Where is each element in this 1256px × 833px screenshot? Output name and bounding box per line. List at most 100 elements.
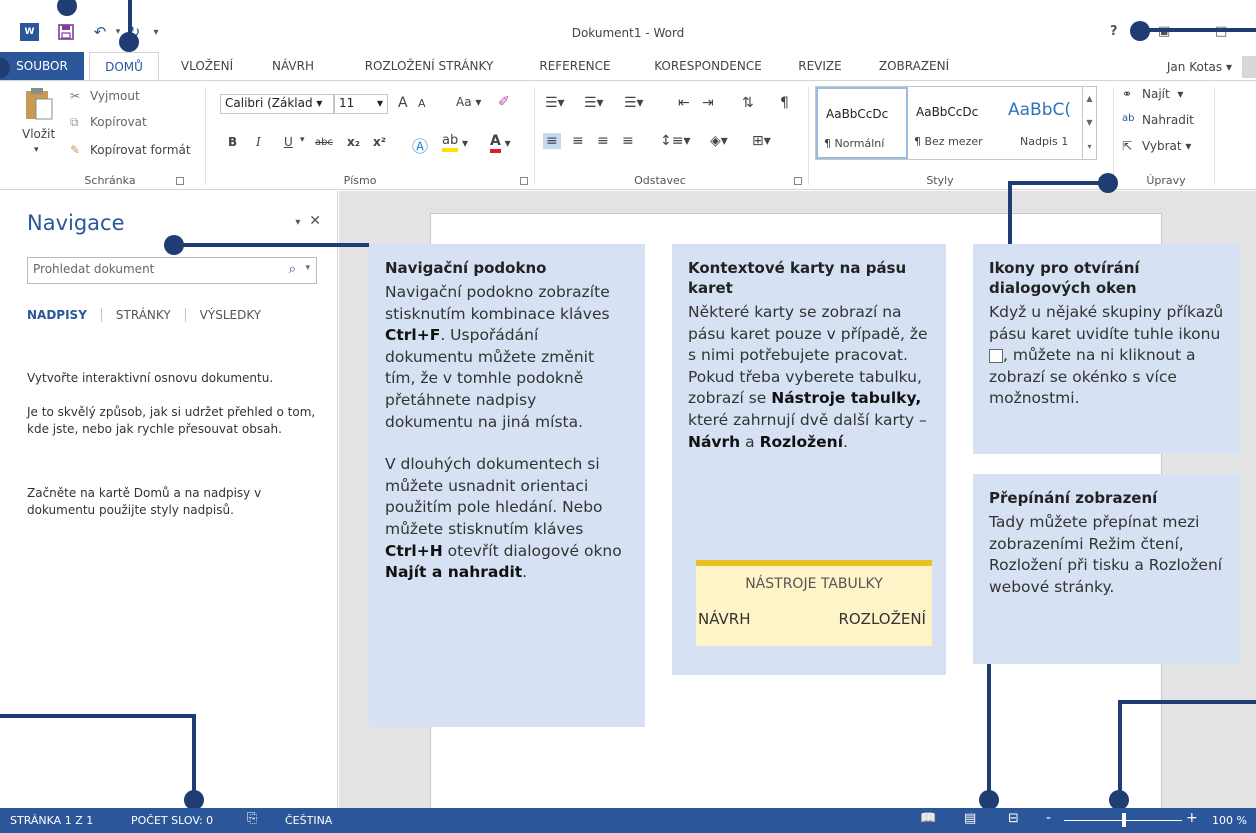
proofing-icon[interactable]: ⎘ — [247, 811, 257, 826]
font-dialog-launcher-icon[interactable] — [520, 177, 528, 185]
read-mode-icon[interactable]: 📖 — [920, 811, 936, 826]
status-page[interactable]: STRÁNKA 1 Z 1 — [10, 814, 93, 827]
highlight-icon[interactable]: ab ▾ — [442, 133, 468, 152]
justify-icon[interactable]: ≡ — [622, 133, 634, 149]
print-layout-icon[interactable]: ▤ — [964, 811, 976, 826]
style-sample: AaBbC( — [1008, 100, 1072, 120]
copy-button[interactable]: ⧉ Kopírovat — [70, 115, 147, 129]
status-language[interactable]: ČEŠTINA — [285, 814, 332, 827]
search-dropdown-icon[interactable]: ▾ — [305, 263, 310, 273]
cursor-icon: ⇱ — [1122, 139, 1133, 153]
grow-font-button[interactable]: A — [398, 95, 408, 111]
shrink-font-button[interactable]: A — [418, 97, 426, 110]
help-button[interactable]: ? — [1110, 24, 1118, 39]
callout-title: Kontextové karty na pásu karet — [688, 259, 907, 297]
table-tools-design-tab: NÁVRH — [698, 610, 751, 628]
nav-tab-pages[interactable]: STRÁNKY — [102, 308, 186, 322]
shading-icon[interactable]: ◈▾ — [710, 133, 728, 149]
numbering-icon[interactable]: ☰▾ — [584, 95, 604, 111]
tab-view[interactable]: ZOBRAZENÍ — [866, 52, 962, 80]
paragraph-dialog-launcher-icon[interactable] — [794, 177, 802, 185]
tab-file[interactable]: SOUBOR — [0, 52, 84, 80]
bullets-icon[interactable]: ☰▾ — [545, 95, 565, 111]
search-icon[interactable]: ⌕ — [289, 262, 296, 277]
style-normal[interactable]: AaBbCcDc ¶ Normální — [816, 87, 908, 159]
connector-line — [192, 714, 196, 798]
paste-button[interactable]: Vložit — [22, 127, 55, 141]
underline-dropdown-icon[interactable]: ▾ — [300, 135, 305, 145]
tab-insert[interactable]: VLOŽENÍ — [170, 52, 244, 80]
style-name: ¶ Bez mezer — [914, 135, 983, 148]
table-tools-layout-tab: ROZLOŽENÍ — [838, 610, 926, 628]
avatar[interactable] — [1242, 56, 1256, 78]
tab-review[interactable]: REVIZE — [790, 52, 850, 80]
font-size-combo[interactable]: 11 ▾ — [334, 94, 388, 114]
multilevel-list-icon[interactable]: ☰▾ — [624, 95, 644, 111]
find-button[interactable]: ⚭ Najít ▾ — [1122, 87, 1183, 101]
subscript-button[interactable]: x₂ — [347, 135, 360, 149]
copy-icon: ⧉ — [70, 115, 79, 129]
bold-button[interactable]: B — [228, 135, 237, 149]
styles-scroll[interactable]: ▲ ▼ ▾ — [1082, 87, 1096, 159]
borders-icon[interactable]: ⊞▾ — [752, 133, 771, 149]
callout-text: Když u nějaké skupiny příkazů pásu karet… — [989, 303, 1224, 408]
chevron-down-icon[interactable]: ▾ — [295, 217, 300, 228]
underline-button[interactable]: U — [284, 135, 293, 149]
clipboard-dialog-launcher-icon[interactable] — [176, 177, 184, 185]
status-word-count[interactable]: POČET SLOV: 0 — [131, 814, 213, 827]
nav-pane-controls[interactable]: ▾ ✕ — [295, 213, 321, 229]
callout-title: Přepínání zobrazení — [989, 489, 1158, 507]
zoom-in-button[interactable]: + — [1186, 810, 1198, 826]
style-no-spacing[interactable]: AaBbCcDc ¶ Bez mezer — [908, 87, 1000, 159]
select-button[interactable]: ⇱ Vybrat ▾ — [1122, 139, 1191, 153]
increase-indent-icon[interactable]: ⇥ — [702, 95, 714, 111]
zoom-slider-thumb[interactable] — [1122, 813, 1126, 827]
callout-text: V dlouhých dokumentech si můžete usnadni… — [385, 455, 622, 582]
decrease-indent-icon[interactable]: ⇤ — [678, 95, 690, 111]
sort-icon[interactable]: ⇅ — [742, 95, 754, 111]
web-layout-icon[interactable]: ⊟ — [1008, 811, 1019, 826]
user-account[interactable]: Jan Kotas ▾ — [1167, 60, 1232, 74]
paste-icon[interactable] — [24, 87, 54, 121]
strikethrough-button[interactable]: abc — [315, 137, 333, 148]
tab-page-layout[interactable]: ROZLOŽENÍ STRÁNKY — [345, 52, 513, 80]
zoom-level[interactable]: 100 % — [1212, 814, 1247, 827]
nav-search-input[interactable]: Prohledat dokument ⌕ ▾ — [27, 257, 317, 284]
nav-text: Je to skvělý způsob, jak si udržet přehl… — [27, 405, 316, 436]
zoom-out-button[interactable]: - — [1046, 810, 1051, 826]
tab-design[interactable]: NÁVRH — [258, 52, 328, 80]
callout-view-switching: Přepínání zobrazení Tady můžete přepínat… — [973, 474, 1240, 664]
cut-button[interactable]: ✂ Vyjmout — [70, 89, 140, 103]
text-effects-icon[interactable]: Ⓐ — [412, 133, 428, 157]
line-spacing-icon[interactable]: ↕≡▾ — [660, 133, 691, 149]
align-right-icon[interactable]: ≡ — [597, 133, 609, 149]
change-case-button[interactable]: Aa ▾ — [456, 95, 481, 109]
connector-dot — [979, 790, 999, 810]
align-left-icon[interactable]: ≡ — [543, 133, 561, 149]
font-color-icon[interactable]: A ▾ — [490, 133, 511, 153]
binoculars-icon: ⚭ — [1122, 87, 1133, 101]
connector-dot — [1098, 173, 1118, 193]
format-painter-button[interactable]: ✎ Kopírovat formát — [70, 143, 191, 157]
paste-dropdown-icon[interactable]: ▾ — [34, 145, 39, 155]
nav-tab-headings[interactable]: NADPISY — [27, 308, 102, 322]
italic-button[interactable]: I — [256, 135, 261, 149]
tab-references[interactable]: REFERENCE — [527, 52, 623, 80]
table-tools-bar — [696, 560, 932, 566]
style-heading-1[interactable]: AaBbC( Nadpis 1 — [1000, 87, 1092, 159]
styles-gallery[interactable]: AaBbCcDc ¶ Normální AaBbCcDc ¶ Bez mezer… — [815, 86, 1097, 160]
close-icon[interactable]: ✕ — [309, 213, 321, 229]
superscript-button[interactable]: x² — [373, 135, 386, 149]
connector-line — [1008, 181, 1108, 185]
tab-mailings[interactable]: KORESPONDENCE — [638, 52, 778, 80]
clear-format-icon[interactable]: ✐ — [498, 94, 510, 110]
connector-line — [1140, 28, 1256, 32]
connector-dot — [1130, 21, 1150, 41]
replace-button[interactable]: ab Nahradit — [1122, 113, 1194, 127]
show-marks-icon[interactable]: ¶ — [780, 95, 789, 111]
tab-home[interactable]: DOMŮ — [89, 52, 159, 81]
align-center-icon[interactable]: ≡ — [572, 133, 584, 149]
font-name-combo[interactable]: Calibri (Základ ▾ — [220, 94, 334, 114]
nav-tab-results[interactable]: VÝSLEDKY — [186, 308, 275, 322]
title-bar: W ↶ ▾ ↻ ▾ Dokument1 - Word ? ▣ – □ — [0, 0, 1256, 52]
